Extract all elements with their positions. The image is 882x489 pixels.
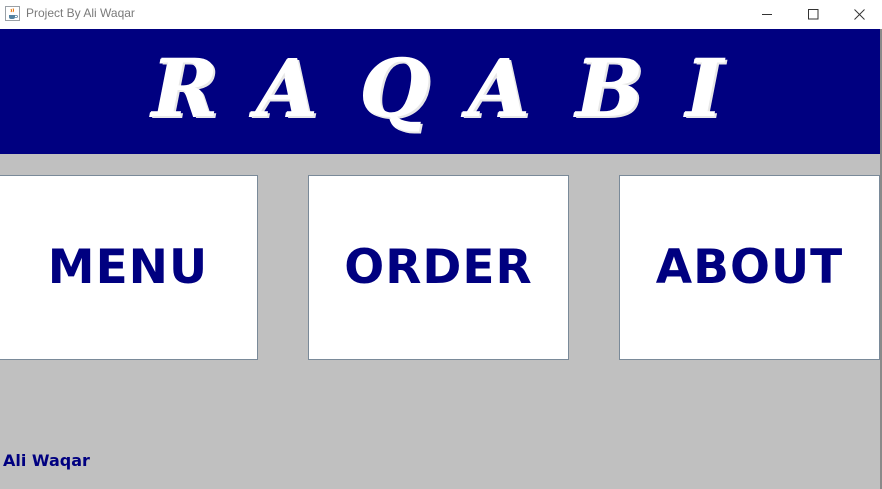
maximize-button[interactable]: [790, 0, 836, 29]
menu-button[interactable]: MENU: [0, 175, 258, 360]
java-cup-icon: [5, 6, 20, 21]
author-label: Ali Waqar: [3, 451, 90, 470]
about-button-label: ABOUT: [655, 240, 844, 295]
logo-letter: B: [576, 41, 644, 135]
order-button-label: ORDER: [344, 240, 533, 295]
menu-button-label: MENU: [47, 240, 209, 295]
maximize-icon: [807, 9, 818, 20]
window-title: Project By Ali Waqar: [26, 6, 135, 20]
order-button[interactable]: ORDER: [308, 175, 569, 360]
minimize-icon: [761, 14, 772, 15]
brand-banner: R A Q A B I: [0, 29, 882, 154]
app-window: Project By Ali Waqar R A Q A B I MENU OR…: [0, 0, 882, 489]
logo-letter: I: [686, 41, 724, 135]
logo-letter: R: [152, 41, 219, 135]
close-icon: [853, 9, 865, 20]
close-button[interactable]: [836, 0, 882, 29]
logo-letter: A: [256, 41, 319, 135]
logo-letter: A: [468, 41, 531, 135]
minimize-button[interactable]: [744, 0, 790, 29]
brand-logo: R A Q A B I: [0, 29, 882, 154]
title-bar[interactable]: Project By Ali Waqar: [0, 0, 882, 30]
logo-letter: Q: [360, 41, 430, 135]
about-button[interactable]: ABOUT: [619, 175, 880, 360]
